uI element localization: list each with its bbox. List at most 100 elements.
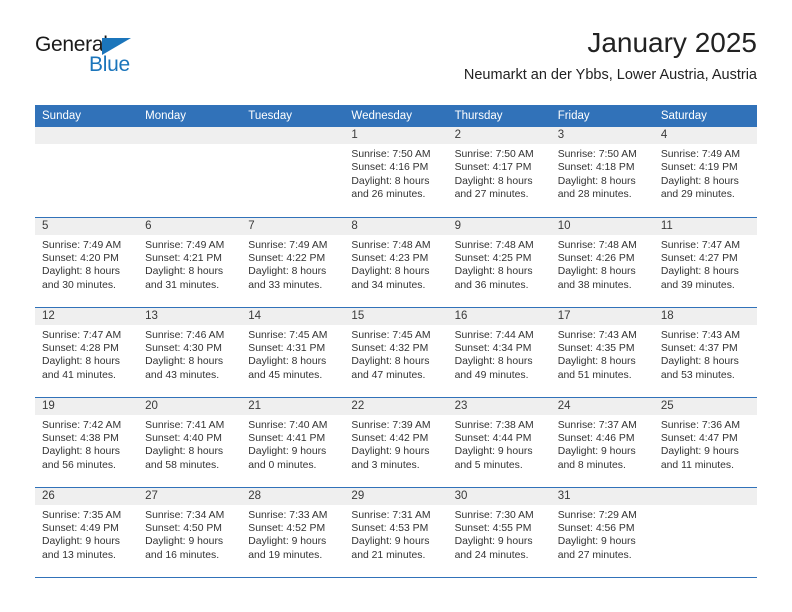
sunrise-text: Sunrise: 7:49 AM [42, 239, 122, 251]
sunset-text: Sunset: 4:25 PM [454, 252, 532, 264]
day-details: Sunrise: 7:50 AM Sunset: 4:18 PM Daylight:… [551, 144, 654, 202]
sunrise-text: Sunrise: 7:46 AM [145, 329, 225, 341]
daylight-text-line2: and 0 minutes. [248, 459, 317, 471]
sunrise-text: Sunrise: 7:35 AM [42, 509, 122, 521]
weekday-header-monday: Monday [138, 105, 242, 127]
daylight-text-line2: and 41 minutes. [42, 369, 116, 381]
sunrise-text: Sunrise: 7:34 AM [145, 509, 225, 521]
daylight-text-line2: and 51 minutes. [557, 369, 632, 381]
daylight-text-line2: and 11 minutes. [660, 459, 735, 471]
daylight-text-line1: Daylight: 8 hours [145, 446, 224, 458]
daylight-text-line2: and 28 minutes. [557, 189, 632, 201]
logo-text-blue: Blue [89, 53, 130, 76]
calendar-day-cell[interactable]: 1 Sunrise: 7:50 AM Sunset: 4:16 PM Daylight… [344, 127, 448, 217]
calendar-day-cell[interactable]: 12 Sunrise: 7:47 AM Sunset: 4:28 PM Dayligh… [35, 307, 139, 397]
calendar-day-cell[interactable]: 13 Sunrise: 7:46 AM Sunset: 4:30 PM Dayligh… [138, 307, 242, 397]
sunset-text: Sunset: 4:31 PM [248, 342, 326, 354]
day-details: Sunrise: 7:38 AM Sunset: 4:44 PM Daylight:… [448, 415, 551, 473]
calendar-day-cell[interactable]: 23 Sunrise: 7:38 AM Sunset: 4:44 PM Dayligh… [447, 397, 551, 487]
calendar-day-cell[interactable]: 21 Sunrise: 7:40 AM Sunset: 4:41 PM Dayligh… [241, 397, 345, 487]
calendar-day-cell[interactable]: 15 Sunrise: 7:45 AM Sunset: 4:32 PM Dayligh… [344, 307, 448, 397]
daylight-text-line2: and 43 minutes. [145, 369, 220, 381]
calendar-day-cell[interactable]: 31 Sunrise: 7:29 AM Sunset: 4:56 PM Dayligh… [550, 487, 654, 577]
sunset-text: Sunset: 4:22 PM [248, 252, 326, 264]
daylight-text-line1: Daylight: 8 hours [42, 266, 120, 278]
sunset-text: Sunset: 4:23 PM [351, 252, 429, 264]
sunrise-text: Sunrise: 7:29 AM [557, 509, 637, 521]
daylight-text-line1: Daylight: 8 hours [557, 266, 636, 278]
day-details: Sunrise: 7:35 AM Sunset: 4:49 PM Daylight:… [35, 505, 138, 563]
sunrise-text: Sunrise: 7:50 AM [351, 149, 431, 160]
day-number: 18 [653, 307, 757, 325]
sunset-text: Sunset: 4:56 PM [557, 522, 635, 534]
calendar-day-cell[interactable]: 3 Sunrise: 7:50 AM Sunset: 4:18 PM Daylight… [550, 127, 654, 217]
calendar-day-cell[interactable]: 5 Sunrise: 7:49 AM Sunset: 4:20 PM Daylight… [35, 217, 139, 307]
sunset-text: Sunset: 4:30 PM [145, 342, 222, 354]
calendar-day-cell[interactable]: 11 Sunrise: 7:47 AM Sunset: 4:27 PM Dayligh… [653, 217, 757, 307]
day-number: 6 [138, 217, 242, 235]
day-number: 25 [653, 397, 757, 415]
calendar-day-cell[interactable]: 28 Sunrise: 7:33 AM Sunset: 4:52 PM Dayligh… [241, 487, 345, 577]
calendar-day-cell[interactable]: 24 Sunrise: 7:37 AM Sunset: 4:46 PM Dayligh… [550, 397, 654, 487]
day-number: 30 [447, 487, 551, 505]
sunrise-text: Sunrise: 7:41 AM [145, 419, 225, 431]
sunset-text: Sunset: 4:47 PM [660, 432, 738, 444]
daylight-text-line1: Daylight: 8 hours [351, 356, 430, 368]
calendar-day-cell[interactable]: 6 Sunrise: 7:49 AM Sunset: 4:21 PM Daylight… [138, 217, 242, 307]
calendar-day-cell[interactable]: 16 Sunrise: 7:44 AM Sunset: 4:34 PM Dayligh… [447, 307, 551, 397]
sunset-text: Sunset: 4:35 PM [557, 342, 635, 354]
calendar-day-cell[interactable]: 27 Sunrise: 7:34 AM Sunset: 4:50 PM Dayligh… [138, 487, 242, 577]
sunrise-text: Sunrise: 7:50 AM [454, 149, 534, 160]
sunset-text: Sunset: 4:28 PM [42, 342, 119, 354]
calendar-week-row: 26 Sunrise: 7:35 AM Sunset: 4:49 PM Dayligh… [35, 487, 757, 577]
calendar-day-cell[interactable]: 25 Sunrise: 7:36 AM Sunset: 4:47 PM Dayligh… [653, 397, 757, 487]
day-details: Sunrise: 7:48 AM Sunset: 4:25 PM Daylight:… [448, 235, 551, 293]
daylight-text-line1: Daylight: 9 hours [42, 536, 120, 548]
weekday-header-thursday: Thursday [447, 105, 551, 127]
calendar-day-cell[interactable]: 29 Sunrise: 7:31 AM Sunset: 4:53 PM Dayligh… [344, 487, 448, 577]
day-number: 16 [447, 307, 551, 325]
calendar-week-row: 12 Sunrise: 7:47 AM Sunset: 4:28 PM Dayligh… [35, 307, 757, 397]
day-details: Sunrise: 7:43 AM Sunset: 4:35 PM Daylight:… [551, 325, 654, 383]
calendar-day-cell[interactable]: 20 Sunrise: 7:41 AM Sunset: 4:40 PM Dayligh… [138, 397, 242, 487]
calendar-day-cell[interactable]: 7 Sunrise: 7:49 AM Sunset: 4:22 PM Daylight… [241, 217, 345, 307]
weekday-header-saturday: Saturday [653, 105, 757, 127]
calendar-day-cell[interactable]: 18 Sunrise: 7:43 AM Sunset: 4:37 PM Dayligh… [653, 307, 757, 397]
daylight-text-line1: Daylight: 9 hours [248, 536, 327, 548]
day-number: 14 [241, 307, 345, 325]
sunrise-text: Sunrise: 7:48 AM [454, 239, 534, 251]
sunrise-text: Sunrise: 7:33 AM [248, 509, 328, 521]
day-number [653, 487, 757, 505]
calendar-day-cell[interactable]: 8 Sunrise: 7:48 AM Sunset: 4:23 PM Daylight… [344, 217, 448, 307]
day-details: Sunrise: 7:29 AM Sunset: 4:56 PM Daylight:… [551, 505, 654, 563]
day-details: Sunrise: 7:39 AM Sunset: 4:42 PM Daylight:… [344, 415, 447, 473]
daylight-text-line2: and 21 minutes. [351, 549, 426, 561]
day-details: Sunrise: 7:31 AM Sunset: 4:53 PM Daylight:… [344, 505, 447, 563]
daylight-text-line1: Daylight: 8 hours [454, 175, 533, 187]
sunrise-text: Sunrise: 7:45 AM [351, 329, 431, 341]
daylight-text-line2: and 16 minutes. [145, 549, 220, 561]
general-blue-logo: General Blue [35, 34, 165, 82]
weekday-header-wednesday: Wednesday [344, 105, 448, 127]
calendar-day-cell[interactable]: 10 Sunrise: 7:48 AM Sunset: 4:26 PM Dayligh… [550, 217, 654, 307]
calendar-body: 1 Sunrise: 7:50 AM Sunset: 4:16 PM Daylight… [35, 127, 757, 577]
calendar-day-cell[interactable]: 17 Sunrise: 7:43 AM Sunset: 4:35 PM Dayligh… [550, 307, 654, 397]
calendar-day-cell[interactable]: 9 Sunrise: 7:48 AM Sunset: 4:25 PM Daylight… [447, 217, 551, 307]
calendar-day-cell-empty [653, 487, 757, 577]
sunset-text: Sunset: 4:26 PM [557, 252, 635, 264]
sunrise-text: Sunrise: 7:36 AM [660, 419, 740, 431]
calendar-day-cell[interactable]: 4 Sunrise: 7:49 AM Sunset: 4:19 PM Daylight… [653, 127, 757, 217]
calendar-day-cell[interactable]: 2 Sunrise: 7:50 AM Sunset: 4:17 PM Daylight… [447, 127, 551, 217]
day-number: 1 [344, 127, 448, 144]
calendar-day-cell[interactable]: 14 Sunrise: 7:45 AM Sunset: 4:31 PM Dayligh… [241, 307, 345, 397]
day-details: Sunrise: 7:48 AM Sunset: 4:26 PM Daylight:… [551, 235, 654, 293]
calendar-day-cell[interactable]: 30 Sunrise: 7:30 AM Sunset: 4:55 PM Dayligh… [447, 487, 551, 577]
calendar-day-cell[interactable]: 19 Sunrise: 7:42 AM Sunset: 4:38 PM Dayligh… [35, 397, 139, 487]
sunrise-text: Sunrise: 7:49 AM [145, 239, 225, 251]
calendar-day-cell[interactable]: 26 Sunrise: 7:35 AM Sunset: 4:49 PM Dayligh… [35, 487, 139, 577]
sunset-text: Sunset: 4:46 PM [557, 432, 635, 444]
day-number: 5 [35, 217, 139, 235]
daylight-text-line2: and 27 minutes. [557, 549, 632, 561]
daylight-text-line1: Daylight: 8 hours [42, 446, 120, 458]
calendar-day-cell[interactable]: 22 Sunrise: 7:39 AM Sunset: 4:42 PM Dayligh… [344, 397, 448, 487]
